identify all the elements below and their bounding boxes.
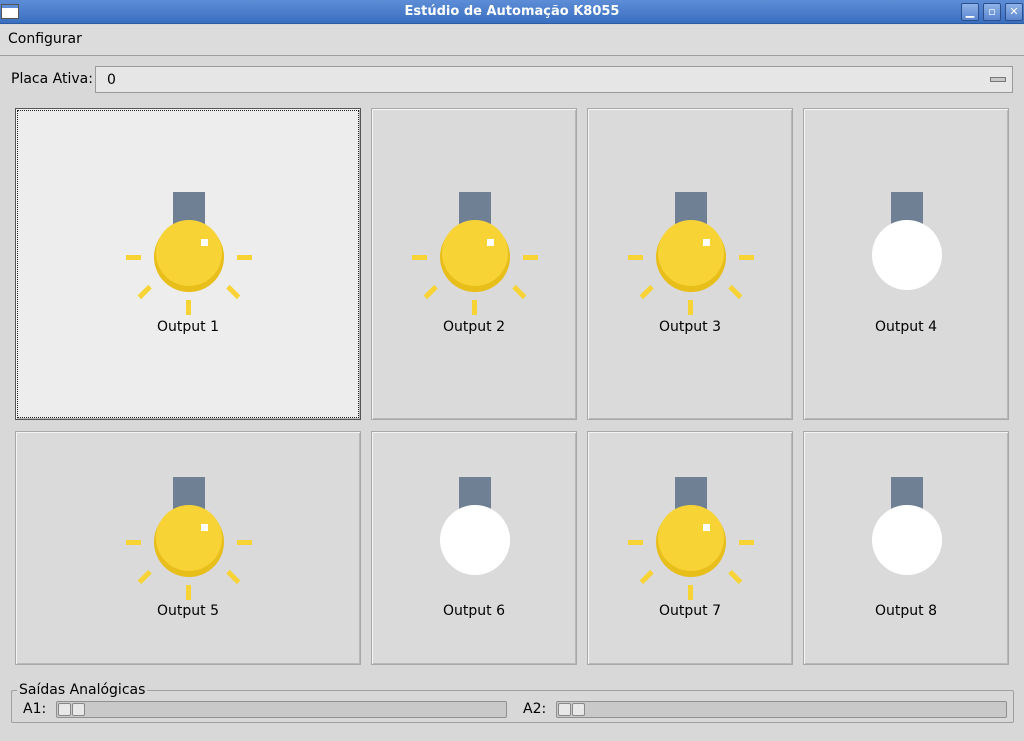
slider-left-cap (558, 703, 571, 716)
analog-legend: Saídas Analógicas (17, 682, 148, 698)
slider-left-cap (58, 703, 71, 716)
output-5-button[interactable]: Output 5 (15, 431, 361, 665)
output-4-button[interactable]: Output 4 (803, 108, 1009, 420)
title-bar: Estúdio de Automação K8055 ▁ ▫ ✕ (0, 0, 1024, 24)
a2-slider[interactable] (556, 701, 1007, 718)
bulb-icon (126, 192, 252, 315)
bulb-icon (412, 192, 538, 315)
output-2-button[interactable]: Output 2 (371, 108, 577, 420)
output-6-label: Output 6 (443, 603, 505, 619)
output-5-label: Output 5 (157, 603, 219, 619)
minimize-button[interactable]: ▁ (961, 3, 979, 21)
a2-slider-handle[interactable] (572, 703, 585, 716)
menu-bar: Configurar (0, 25, 1024, 56)
output-6-button[interactable]: Output 6 (371, 431, 577, 665)
bulb-icon (440, 477, 510, 575)
dropdown-handle-icon (990, 77, 1006, 82)
a1-slider-handle[interactable] (72, 703, 85, 716)
output-3-button[interactable]: Output 3 (587, 108, 793, 420)
placa-label: Placa Ativa: (11, 71, 93, 87)
output-1-button[interactable]: Output 1 (15, 108, 361, 420)
close-button[interactable]: ✕ (1005, 3, 1023, 21)
output-8-button[interactable]: Output 8 (803, 431, 1009, 665)
output-4-label: Output 4 (875, 319, 937, 335)
output-1-label: Output 1 (157, 319, 219, 335)
bulb-icon (628, 477, 754, 600)
maximize-button[interactable]: ▫ (983, 3, 1001, 21)
output-7-button[interactable]: Output 7 (587, 431, 793, 665)
bulb-icon (872, 477, 942, 575)
bulb-icon (628, 192, 754, 315)
placa-value: 0 (107, 72, 116, 88)
a1-slider[interactable] (56, 701, 507, 718)
window-title: Estúdio de Automação K8055 (404, 4, 620, 19)
menu-configurar[interactable]: Configurar (8, 31, 82, 47)
bulb-icon (126, 477, 252, 600)
output-3-label: Output 3 (659, 319, 721, 335)
placa-select[interactable]: 0 (95, 66, 1013, 93)
a1-label: A1: (23, 701, 47, 717)
bulb-icon (872, 192, 942, 290)
output-7-label: Output 7 (659, 603, 721, 619)
a2-label: A2: (523, 701, 547, 717)
output-2-label: Output 2 (443, 319, 505, 335)
output-8-label: Output 8 (875, 603, 937, 619)
